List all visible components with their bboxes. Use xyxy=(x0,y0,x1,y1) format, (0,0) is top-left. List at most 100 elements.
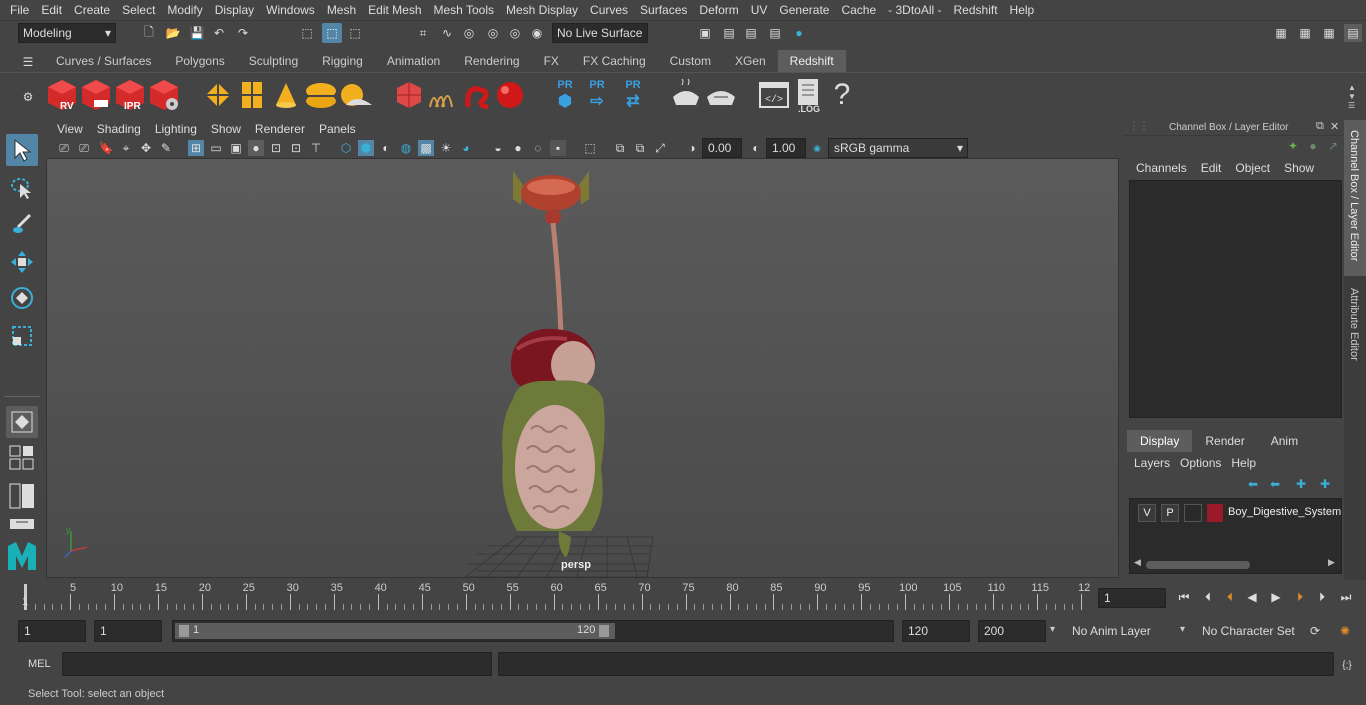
snap-projected-icon[interactable]: ◎ xyxy=(484,24,502,42)
exposure-icon[interactable]: ◑ xyxy=(684,140,700,156)
two-d-pan-icon[interactable]: ✥ xyxy=(138,140,154,156)
paint-select-tool-icon[interactable] xyxy=(6,208,38,240)
render-settings-icon[interactable]: ▣ xyxy=(696,24,714,42)
new-scene-icon[interactable]: 🗋 xyxy=(140,24,158,42)
lasso-tool-icon[interactable] xyxy=(6,172,38,204)
shelf-tab[interactable]: Rendering xyxy=(452,50,531,72)
start-time-field[interactable]: 1 xyxy=(18,620,86,642)
image-plane-icon[interactable]: ⌖ xyxy=(118,140,134,156)
open-scene-icon[interactable]: 📂 xyxy=(164,24,182,42)
gate-mask-icon[interactable]: ● xyxy=(248,140,264,156)
mel-input[interactable] xyxy=(62,652,492,676)
time-slider[interactable]: 5 10 15 20 25 30 35 40 45 50 55 60 65 70 75 80 85 90 95 100… xyxy=(0,580,1366,616)
rotate-tool-icon[interactable] xyxy=(6,282,38,314)
menu-item[interactable]: File xyxy=(4,3,35,17)
isolate-select-icon[interactable]: ⬚ xyxy=(582,140,598,156)
play-forwards-icon[interactable]: ▶ xyxy=(1268,589,1284,605)
menu-item[interactable]: UV xyxy=(745,3,774,17)
snap-live-icon[interactable]: ◉ xyxy=(528,24,546,42)
layer-scrollbar[interactable]: ◀ ▶ xyxy=(1132,557,1340,571)
animation-preferences-icon[interactable]: ✺ xyxy=(1336,622,1354,640)
attribute-editor-icon[interactable]: ▦ xyxy=(1320,24,1338,42)
help-question-icon[interactable]: ? xyxy=(830,77,854,113)
safe-action-icon[interactable]: ⊡ xyxy=(288,140,304,156)
field-chart-icon[interactable]: ⊡ xyxy=(268,140,284,156)
render-frame-icon[interactable]: ▤ xyxy=(720,24,738,42)
select-component-icon[interactable]: ⬚ xyxy=(346,24,364,42)
step-back-key-icon[interactable]: ⏴ xyxy=(1222,589,1238,605)
menu-item[interactable]: - 3DtoAll - xyxy=(882,3,947,17)
layer-tab[interactable]: Anim xyxy=(1258,430,1311,452)
step-forward-frame-icon[interactable]: ⏵ xyxy=(1314,589,1330,605)
current-frame-field[interactable]: 1 xyxy=(1098,588,1166,608)
shelf-tab[interactable]: XGen xyxy=(723,50,778,72)
grid-toggle-icon[interactable]: ⊞ xyxy=(188,140,204,156)
script-editor-icon[interactable]: </> xyxy=(758,79,790,111)
wireframe-icon[interactable]: ⬡ xyxy=(338,140,354,156)
shadows-icon[interactable]: ☀ xyxy=(438,140,454,156)
xray-joints-icon[interactable]: ⧉ xyxy=(612,140,628,156)
bookmark-icon[interactable]: 🔖 xyxy=(98,140,114,156)
scrollbar-thumb[interactable] xyxy=(1146,561,1250,569)
tool-settings-icon[interactable]: ↗ xyxy=(1325,138,1341,154)
layer-visibility-toggle[interactable]: V xyxy=(1138,504,1156,522)
redo-icon[interactable]: ↷ xyxy=(234,24,252,42)
xray-active-icon[interactable]: ⧉ xyxy=(632,140,648,156)
viewport-menu-item[interactable]: Panels xyxy=(312,122,363,136)
resolution-gate-icon[interactable]: ▣ xyxy=(228,140,244,156)
range-end-grip[interactable] xyxy=(599,625,609,637)
range-slider-handle[interactable]: 1 120 xyxy=(175,623,615,639)
render-settings-gear-icon[interactable] xyxy=(148,78,180,112)
layer-tab[interactable]: Display xyxy=(1127,430,1193,452)
pr-object-icon[interactable]: PR ⬢ xyxy=(552,77,578,113)
rv-render-view-icon[interactable]: RV xyxy=(46,78,78,112)
color-space-dropdown[interactable]: sRGB gamma ▾ xyxy=(828,138,968,158)
playback-end-field[interactable]: 120 xyxy=(902,620,970,642)
render-region-icon[interactable] xyxy=(202,79,234,111)
smooth-shade-icon[interactable]: ⬢ xyxy=(358,140,374,156)
menu-item[interactable]: Mesh xyxy=(321,3,362,17)
viewport-menu-item[interactable]: View xyxy=(50,122,90,136)
menu-item[interactable]: Windows xyxy=(260,3,321,17)
channel-box-icon[interactable]: ▤ xyxy=(1344,24,1362,42)
snap-view-plane-icon[interactable]: ◎ xyxy=(506,24,524,42)
select-hierarchy-icon[interactable]: ⬚ xyxy=(298,24,316,42)
four-view-layout-icon[interactable] xyxy=(6,442,38,474)
menu-item[interactable]: Deform xyxy=(693,3,744,17)
new-layer-selected-icon[interactable]: ✚ xyxy=(1317,476,1333,492)
layer-display-type-toggle[interactable] xyxy=(1184,504,1202,522)
shelf-tab[interactable]: Animation xyxy=(375,50,452,72)
pr-swap-icon[interactable]: PR ⇄ xyxy=(618,77,648,113)
render-view-icon[interactable]: ▤ xyxy=(766,24,784,42)
viewport-menu-item[interactable]: Show xyxy=(204,122,248,136)
ambient-occlusion-icon[interactable]: ◕ xyxy=(458,140,474,156)
layer-playback-toggle[interactable]: P xyxy=(1161,504,1179,522)
shelf-scroll-icon[interactable]: ▲ ▼ ☰ xyxy=(1344,81,1360,111)
layer-menu-item[interactable]: Help xyxy=(1226,456,1261,470)
menu-item[interactable]: Mesh Tools xyxy=(428,3,500,17)
layer-color-swatch[interactable] xyxy=(1207,504,1223,522)
menu-item[interactable]: Redshift xyxy=(948,3,1004,17)
side-tab-attribute-editor[interactable]: Attribute Editor xyxy=(1344,280,1366,380)
layer-tab[interactable]: Render xyxy=(1192,430,1257,452)
textured-icon[interactable]: ◍ xyxy=(398,140,414,156)
menu-item[interactable]: Create xyxy=(68,3,116,17)
menu-item[interactable]: Surfaces xyxy=(634,3,693,17)
channel-box-menu-item[interactable]: Show xyxy=(1277,161,1321,175)
chevron-down-icon[interactable]: ▾ xyxy=(1180,624,1185,635)
new-layer-icon[interactable]: ✚ xyxy=(1293,476,1309,492)
viewport-menu-item[interactable]: Lighting xyxy=(148,122,204,136)
menu-item[interactable]: Edit Mesh xyxy=(362,3,427,17)
ipr-icon[interactable]: IPR xyxy=(114,78,146,112)
ipr-render-icon[interactable]: ▤ xyxy=(742,24,760,42)
go-to-start-icon[interactable]: ⏮ xyxy=(1176,589,1192,605)
save-scene-icon[interactable]: 💾 xyxy=(188,24,206,42)
live-surface-field[interactable]: No Live Surface xyxy=(552,23,648,43)
persp-viewport[interactable]: y persp xyxy=(46,158,1119,578)
close-icon[interactable]: ✕ xyxy=(1330,120,1339,133)
step-forward-key-icon[interactable]: ⏵ xyxy=(1292,589,1308,605)
move-tool-icon[interactable] xyxy=(6,246,38,278)
exposure-field[interactable]: 0.00 xyxy=(702,138,742,158)
wireframe-on-shaded-icon[interactable]: ◐ xyxy=(378,140,394,156)
gamma-icon[interactable]: ◐ xyxy=(748,140,764,156)
